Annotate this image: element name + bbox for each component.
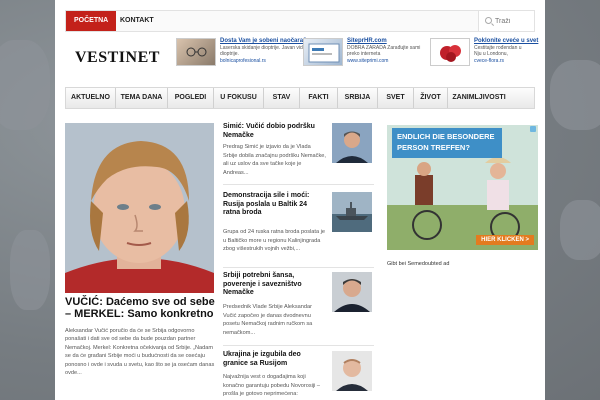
ad-title[interactable]: Dosta Vam je sobeni naočara? xyxy=(220,38,307,44)
news-thumbnail[interactable] xyxy=(332,192,372,232)
glasses-photo-icon xyxy=(186,47,207,57)
ad-block[interactable]: Dosta Vam je sobeni naočara? Laserska sk… xyxy=(176,38,307,70)
website-screenshot-icon xyxy=(308,43,340,63)
ad-headline[interactable]: ENDLICH DIE BESONDERE PERSON TREFFEN? xyxy=(392,128,502,158)
man-portrait-icon xyxy=(332,351,372,391)
news-title[interactable]: Simić: Vučić dobio podršku Nemačke xyxy=(223,123,323,140)
ad-cta-button[interactable]: HIER KLICKEN > xyxy=(476,235,534,245)
top-bar: POČETNA KONTAKT xyxy=(65,10,535,32)
topnav-contact[interactable]: KONTAKT xyxy=(112,11,162,31)
news-thumbnail[interactable] xyxy=(332,272,372,312)
ad-block[interactable]: SiteprHR.com DOBRA ZARADA Zarađujte sami… xyxy=(303,38,423,70)
nav-zivot[interactable]: ŽIVOT xyxy=(414,88,448,108)
featured-excerpt: Aleksandar Vučić poručio da će se Srbija… xyxy=(65,328,215,377)
news-excerpt: Najvažnija vest o događajima koji konačn… xyxy=(223,374,321,397)
divider xyxy=(223,184,374,185)
woman-portrait-icon xyxy=(65,123,214,293)
news-title[interactable]: Demonstracija sile i moći: Rusija poslal… xyxy=(223,192,323,218)
news-excerpt: Predsednik Vlade Srbije Aleksandar Vučić… xyxy=(223,304,313,336)
topnav-home[interactable]: POČETNA xyxy=(66,11,117,31)
divider xyxy=(223,345,374,346)
main-nav: AKTUELNO TEMA DANA POGLEDI U FOKUSU STAV… xyxy=(65,87,535,109)
ad-title[interactable]: Poklonite cveće u svet xyxy=(474,38,538,44)
ad-url[interactable]: bolnicaprofesional.rs xyxy=(220,58,266,64)
news-title[interactable]: Ukrajina je izgubila deo granice sa Rusi… xyxy=(223,351,323,368)
rose-flowers-icon xyxy=(440,45,461,62)
nav-fakti[interactable]: FAKTI xyxy=(300,88,338,108)
news-thumbnail[interactable] xyxy=(332,123,372,163)
man-portrait-icon xyxy=(332,123,372,163)
ad-thumbnail[interactable] xyxy=(176,38,216,66)
nav-pogledi[interactable]: POGLEDI xyxy=(168,88,214,108)
ad-thumbnail[interactable] xyxy=(303,38,343,66)
search-input[interactable] xyxy=(495,14,531,28)
featured-photo[interactable] xyxy=(65,123,214,293)
ad-url[interactable]: www.siteprimi.com xyxy=(347,58,388,64)
nav-aktuelno[interactable]: AKTUELNO xyxy=(66,88,116,108)
nav-svet[interactable]: SVET xyxy=(378,88,414,108)
nav-tema-dana[interactable]: TEMA DANA xyxy=(116,88,168,108)
news-excerpt: Predrag Simić je izjavio da je Vlada Srb… xyxy=(223,144,326,176)
ad-description: Čestitajte rođendan u Nju u Londonu, god… xyxy=(474,45,522,57)
adchoices-icon[interactable] xyxy=(530,126,536,132)
sidebar-ad[interactable]: ENDLICH DIE BESONDERE PERSON TREFFEN? HI… xyxy=(387,125,538,250)
ad-description: DOBRA ZARADA Zarađujte sami preko intern… xyxy=(347,45,421,57)
ad-title[interactable]: SiteprHR.com xyxy=(347,38,387,44)
ad-caption[interactable]: Gibt bei Semedoubted ad xyxy=(387,261,449,267)
ad-url[interactable]: cvece-flora.rs xyxy=(474,58,504,64)
ad-thumbnail[interactable] xyxy=(430,38,470,66)
news-title[interactable]: Srbiji potrebni šansa, poverenje i savez… xyxy=(223,272,323,298)
featured-title[interactable]: VUČIĆ: Daćemo sve od sebe – MERKEL: Samo… xyxy=(65,296,217,320)
ad-block[interactable]: Poklonite cveće u svet Čestitajte rođend… xyxy=(430,38,538,70)
warships-photo-icon xyxy=(332,192,372,232)
news-thumbnail[interactable] xyxy=(332,351,372,391)
nav-zanimljivosti[interactable]: ZANIMLJIVOSTI xyxy=(448,88,510,108)
nav-stav[interactable]: STAV xyxy=(264,88,300,108)
search-box[interactable] xyxy=(478,11,534,31)
page-container: POČETNA KONTAKT VESTINET Dosta Vam je so… xyxy=(55,0,545,400)
site-logo[interactable]: VESTINET xyxy=(75,49,160,67)
news-excerpt: Grupa od 24 ruska ratna broda poslata je… xyxy=(223,229,325,252)
nav-u-fokusu[interactable]: U FOKUSU xyxy=(214,88,264,108)
nav-srbija[interactable]: SRBIJA xyxy=(338,88,378,108)
search-icon[interactable] xyxy=(485,17,492,24)
divider xyxy=(223,267,374,268)
man-portrait-icon xyxy=(332,272,372,312)
header-ads: Dosta Vam je sobeni naočara? Laserska sk… xyxy=(176,38,538,70)
ad-description: Laserska skidanje dioptrije. Javan vid d… xyxy=(220,45,303,57)
